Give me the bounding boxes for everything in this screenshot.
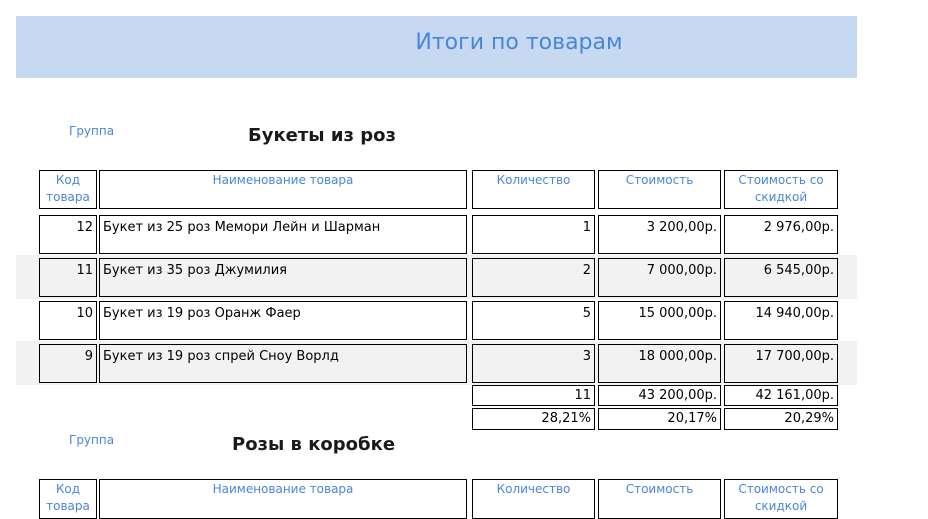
cell-qty: 2 [472,258,595,297]
cell-discount: 2 976,00р. [724,215,838,254]
cell-qty: 3 [472,344,595,383]
percent-cost: 20,17% [598,408,721,430]
percent-qty: 28,21% [472,408,595,430]
percent-discount: 20,29% [724,408,838,430]
cell-name: Букет из 25 роз Мемори Лейн и Шарман [99,215,467,254]
cell-cost: 7 000,00р. [598,258,721,297]
cell-discount: 17 700,00р. [724,344,838,383]
cell-cost: 3 200,00р. [598,215,721,254]
report-title: Итоги по товарам [415,29,623,55]
cell-name: Букет из 19 роз Оранж Фаер [99,301,467,340]
column-header-cost: Стоимость [598,479,721,519]
total-qty: 11 [472,385,595,406]
group-name: Розы в коробке [232,434,396,455]
cell-code: 12 [39,215,97,254]
cell-discount: 6 545,00р. [724,258,838,297]
column-header-cost: Стоимость [598,170,721,209]
cell-code: 10 [39,301,97,340]
column-header-code: Код товара [39,479,97,519]
cell-qty: 1 [472,215,595,254]
total-cost: 43 200,00р. [598,385,721,406]
column-header-qty: Количество [472,479,595,519]
cell-qty: 5 [472,301,595,340]
group-label: Группа [69,433,115,447]
cell-cost: 15 000,00р. [598,301,721,340]
cell-code: 11 [39,258,97,297]
total-discount: 42 161,00р. [724,385,838,406]
column-header-discount: Стоимость со скидкой [724,170,838,209]
cell-name: Букет из 35 роз Джумилия [99,258,467,297]
column-header-qty: Количество [472,170,595,209]
cell-discount: 14 940,00р. [724,301,838,340]
cell-code: 9 [39,344,97,383]
group-label: Группа [69,124,115,138]
group-name: Букеты из роз [248,125,396,146]
cell-cost: 18 000,00р. [598,344,721,383]
column-header-name: Наименование товара [99,479,467,519]
column-header-name: Наименование товара [99,170,467,209]
column-header-code: Код товара [39,170,97,209]
cell-name: Букет из 19 роз спрей Сноу Ворлд [99,344,467,383]
column-header-discount: Стоимость со скидкой [724,479,838,519]
